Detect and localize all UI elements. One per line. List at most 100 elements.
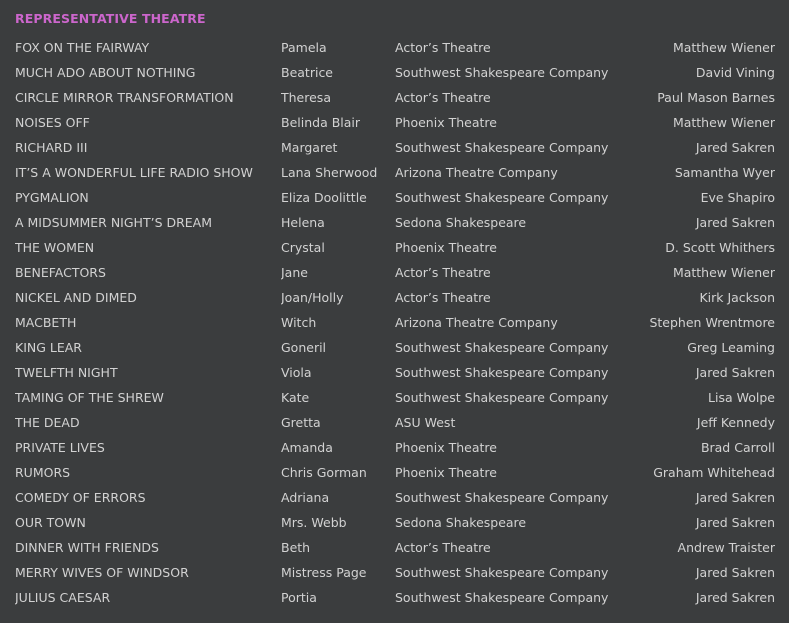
credit-company: Southwest Shakespeare Company xyxy=(395,190,609,205)
credits-table-body: FOX ON THE FAIRWAY Pamela Actor’s Theatre M… xyxy=(15,35,775,610)
credit-director: Jared Sakren xyxy=(695,490,775,505)
credit-role: Jane xyxy=(281,265,308,280)
credit-company: Arizona Theatre Company xyxy=(395,165,558,180)
credit-company: Actor’s Theatre xyxy=(395,90,491,105)
credit-show: CIRCLE MIRROR TRANSFORMATION xyxy=(15,90,234,105)
credit-show: IT’S A WONDERFUL LIFE RADIO SHOW xyxy=(15,165,253,180)
table-row: CIRCLE MIRROR TRANSFORMATION Theresa Actor… xyxy=(15,85,775,110)
credits-table: FOX ON THE FAIRWAY Pamela Actor’s Theatre M… xyxy=(15,35,775,610)
credit-role: Amanda xyxy=(281,440,333,455)
table-row: COMEDY OF ERRORS Adriana Southwest Shakesp… xyxy=(15,485,775,510)
credit-role: Mrs. Webb xyxy=(281,515,347,530)
credit-role: Kate xyxy=(281,390,310,405)
credit-director: David Vining xyxy=(695,65,775,80)
credit-show: TAMING OF THE SHREW xyxy=(15,390,164,405)
table-row: PYGMALION Eliza Doolittle Southwest Shakes… xyxy=(15,185,775,210)
credit-role: Theresa xyxy=(281,90,331,105)
credit-company: Phoenix Theatre xyxy=(395,465,497,480)
credit-show: RICHARD III xyxy=(15,140,88,155)
credit-role: Belinda Blair xyxy=(281,115,361,130)
credit-director: Greg Leaming xyxy=(687,340,775,355)
section-title: REPRESENTATIVE THEATRE xyxy=(15,11,206,26)
table-row: MACBETH Witch Arizona Theatre Company Steph… xyxy=(15,310,775,335)
credit-director: Samantha Wyer xyxy=(674,165,775,180)
credit-show: DINNER WITH FRIENDS xyxy=(15,540,159,555)
credit-role: Goneril xyxy=(281,340,327,355)
credit-role: Witch xyxy=(281,315,317,330)
credit-show: OUR TOWN xyxy=(15,515,86,530)
table-row: PRIVATE LIVES Amanda Phoenix Theatre Brad C… xyxy=(15,435,775,460)
credit-role: Portia xyxy=(281,590,317,605)
table-row: NICKEL AND DIMED Joan/Holly Actor’s Theatr… xyxy=(15,285,775,310)
credit-company: Actor’s Theatre xyxy=(395,265,491,280)
credit-company: Southwest Shakespeare Company xyxy=(395,490,609,505)
credit-director: Matthew Wiener xyxy=(672,115,775,130)
credit-show: MUCH ADO ABOUT NOTHING xyxy=(15,65,196,80)
credit-director: Lisa Wolpe xyxy=(708,390,775,405)
credit-show: NOISES OFF xyxy=(15,115,90,130)
credit-director: Jared Sakren xyxy=(695,215,775,230)
credit-company: Southwest Shakespeare Company xyxy=(395,340,609,355)
credit-company: Actor’s Theatre xyxy=(395,40,491,55)
credit-director: Andrew Traister xyxy=(677,540,775,555)
table-row: KING LEAR Goneril Southwest Shakespeare Co… xyxy=(15,335,775,360)
credit-director: Jeff Kennedy xyxy=(696,415,775,430)
credit-role: Beatrice xyxy=(281,65,334,80)
credit-company: Southwest Shakespeare Company xyxy=(395,565,609,580)
credit-show: JULIUS CAESAR xyxy=(15,590,111,605)
table-row: FOX ON THE FAIRWAY Pamela Actor’s Theatre M… xyxy=(15,35,775,60)
credit-show: PRIVATE LIVES xyxy=(15,440,105,455)
credit-company: ASU West xyxy=(395,415,456,430)
credit-show: THE DEAD xyxy=(15,415,80,430)
credit-role: Chris Gorman xyxy=(281,465,367,480)
table-row: RICHARD III Margaret Southwest Shakespeare… xyxy=(15,135,775,160)
credit-director: Brad Carroll xyxy=(700,440,775,455)
credit-role: Crystal xyxy=(281,240,325,255)
credit-director: Jared Sakren xyxy=(695,365,775,380)
credit-company: Southwest Shakespeare Company xyxy=(395,365,609,380)
table-row: BENEFACTORS Jane Actor’s Theatre Matthew Wi… xyxy=(15,260,775,285)
credit-director: Eve Shapiro xyxy=(700,190,775,205)
credit-show: FOX ON THE FAIRWAY xyxy=(15,40,150,55)
credit-company: Actor’s Theatre xyxy=(395,290,491,305)
table-row: TAMING OF THE SHREW Kate Southwest Shakesp… xyxy=(15,385,775,410)
credit-company: Sedona Shakespeare xyxy=(395,215,527,230)
credit-show: A MIDSUMMER NIGHT’S DREAM xyxy=(15,215,213,230)
table-row: TWELFTH NIGHT Viola Southwest Shakespeare … xyxy=(15,360,775,385)
credit-company: Phoenix Theatre xyxy=(395,240,497,255)
table-row: JULIUS CAESAR Portia Southwest Shakespeare… xyxy=(15,585,775,610)
credit-show: THE WOMEN xyxy=(15,240,95,255)
credit-show: KING LEAR xyxy=(15,340,82,355)
credit-director: Paul Mason Barnes xyxy=(657,90,775,105)
table-row: OUR TOWN Mrs. Webb Sedona Shakespeare Jared… xyxy=(15,510,775,535)
credit-show: NICKEL AND DIMED xyxy=(15,290,137,305)
credit-director: Jared Sakren xyxy=(695,515,775,530)
credit-company: Southwest Shakespeare Company xyxy=(395,590,609,605)
credit-role: Eliza Doolittle xyxy=(281,190,367,205)
credit-role: Viola xyxy=(281,365,312,380)
credit-company: Sedona Shakespeare xyxy=(395,515,527,530)
credit-company: Arizona Theatre Company xyxy=(395,315,558,330)
credit-role: Margaret xyxy=(281,140,338,155)
credit-show: COMEDY OF ERRORS xyxy=(15,490,146,505)
credit-company: Phoenix Theatre xyxy=(395,115,497,130)
table-row: THE DEAD Gretta ASU West Jeff Kennedy xyxy=(15,410,775,435)
credit-role: Helena xyxy=(281,215,325,230)
credit-role: Beth xyxy=(281,540,311,555)
credit-company: Southwest Shakespeare Company xyxy=(395,390,609,405)
credit-director: Matthew Wiener xyxy=(672,40,775,55)
credit-director: Jared Sakren xyxy=(695,590,775,605)
credit-company: Actor’s Theatre xyxy=(395,540,491,555)
credit-role: Lana Sherwood xyxy=(281,165,378,180)
table-row: DINNER WITH FRIENDS Beth Actor’s Theatre An… xyxy=(15,535,775,560)
table-row: IT’S A WONDERFUL LIFE RADIO SHOW Lana She… xyxy=(15,160,775,185)
credit-role: Joan/Holly xyxy=(281,290,344,305)
credit-director: Stephen Wrentmore xyxy=(649,315,775,330)
credit-role: Mistress Page xyxy=(281,565,367,580)
credit-company: Southwest Shakespeare Company xyxy=(395,140,609,155)
credit-role: Pamela xyxy=(281,40,327,55)
credit-show: PYGMALION xyxy=(15,190,89,205)
credit-show: MACBETH xyxy=(15,315,77,330)
table-row: MUCH ADO ABOUT NOTHING Beatrice Southwest … xyxy=(15,60,775,85)
credit-role: Adriana xyxy=(281,490,330,505)
